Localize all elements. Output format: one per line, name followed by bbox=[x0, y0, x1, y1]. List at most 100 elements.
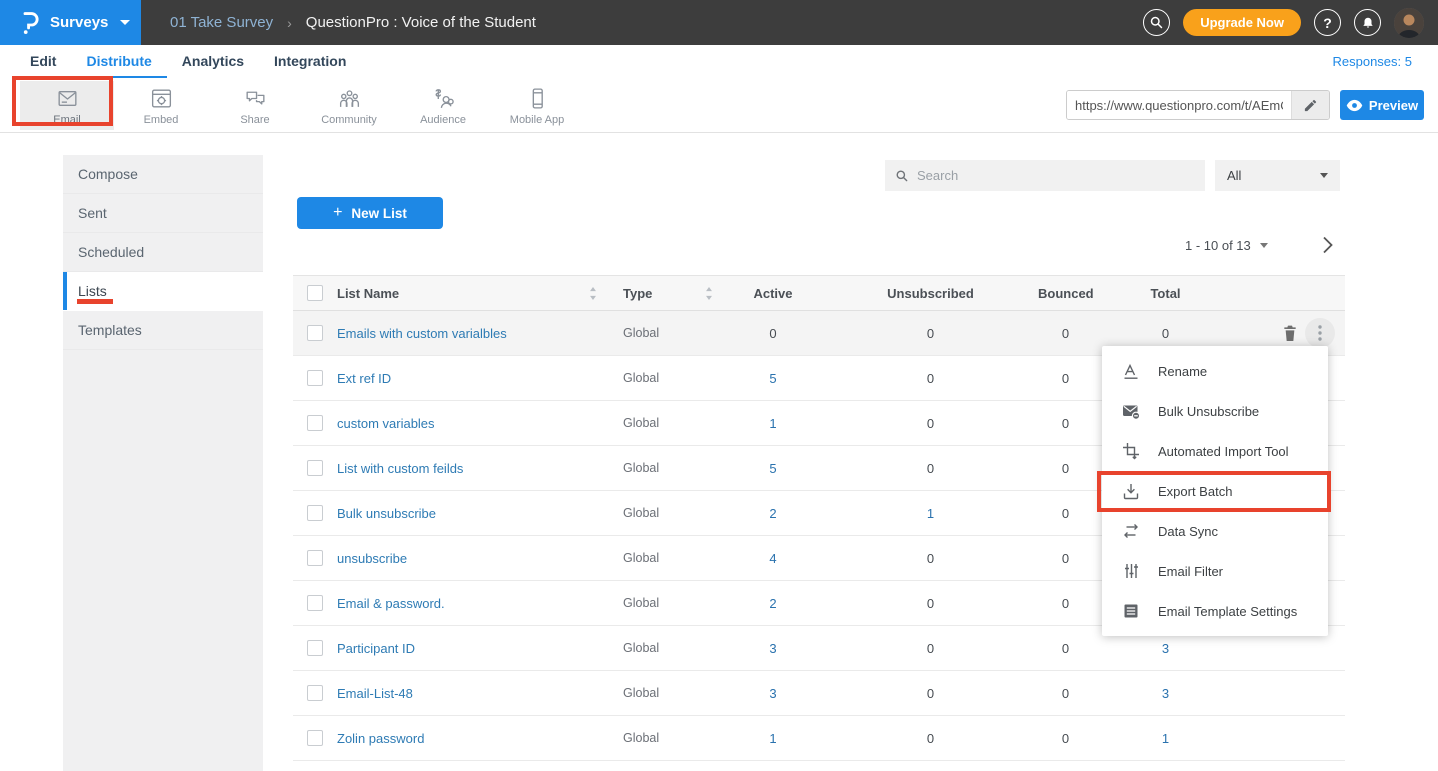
list-type: Global bbox=[623, 416, 659, 430]
row-checkbox[interactable] bbox=[307, 460, 323, 476]
search-input[interactable] bbox=[917, 168, 1195, 183]
next-page-chevron-icon[interactable] bbox=[1322, 236, 1333, 254]
unsubscribed-count: 0 bbox=[823, 371, 1038, 386]
bounced-count: 0 bbox=[1038, 596, 1093, 611]
row-checkbox[interactable] bbox=[307, 325, 323, 341]
menu-item-label: Bulk Unsubscribe bbox=[1158, 404, 1259, 419]
total-count[interactable]: 3 bbox=[1093, 641, 1238, 656]
column-header-type[interactable]: Type bbox=[623, 286, 652, 301]
sidebar-item-scheduled[interactable]: Scheduled bbox=[63, 233, 263, 272]
tab-integration[interactable]: Integration bbox=[259, 45, 361, 78]
active-count[interactable]: 1 bbox=[723, 731, 823, 746]
list-name-link[interactable]: unsubscribe bbox=[337, 551, 407, 566]
list-name-link[interactable]: List with custom feilds bbox=[337, 461, 463, 476]
new-list-button[interactable]: + New List bbox=[297, 197, 443, 229]
active-count[interactable]: 2 bbox=[723, 596, 823, 611]
row-checkbox[interactable] bbox=[307, 370, 323, 386]
sidebar-item-lists[interactable]: Lists bbox=[63, 272, 263, 311]
menu-item-bulk-unsubscribe[interactable]: Bulk Unsubscribe bbox=[1102, 391, 1328, 431]
list-name-link[interactable]: Bulk unsubscribe bbox=[337, 506, 436, 521]
eye-icon bbox=[1346, 99, 1363, 112]
upgrade-now-button[interactable]: Upgrade Now bbox=[1183, 9, 1301, 36]
bounced-count: 0 bbox=[1038, 686, 1093, 701]
survey-link-field bbox=[1066, 90, 1330, 120]
row-checkbox[interactable] bbox=[307, 640, 323, 656]
breadcrumb-folder[interactable]: 01 Take Survey bbox=[170, 14, 273, 31]
toolbar-item-email[interactable]: Email bbox=[20, 81, 114, 130]
unsubscribed-count[interactable]: 1 bbox=[823, 506, 1038, 521]
list-name-link[interactable]: Ext ref ID bbox=[337, 371, 391, 386]
toolbar-item-share[interactable]: Share bbox=[208, 81, 302, 130]
responses-count[interactable]: Responses: 5 bbox=[1333, 45, 1413, 78]
menu-item-automated-import-tool[interactable]: Automated Import Tool bbox=[1102, 431, 1328, 471]
preview-button[interactable]: Preview bbox=[1340, 90, 1424, 120]
share-icon bbox=[243, 86, 268, 111]
survey-url-input[interactable] bbox=[1067, 91, 1291, 119]
unsubscribed-count: 0 bbox=[823, 416, 1038, 431]
product-switcher[interactable]: Surveys bbox=[0, 0, 141, 45]
list-name-link[interactable]: Participant ID bbox=[337, 641, 415, 656]
table-row: Zolin password Global 1 0 0 1 bbox=[293, 716, 1345, 761]
unsubscribed-count: 0 bbox=[823, 731, 1038, 746]
sort-icon[interactable] bbox=[589, 287, 597, 300]
sidebar-item-templates[interactable]: Templates bbox=[63, 311, 263, 350]
list-name-link[interactable]: custom variables bbox=[337, 416, 435, 431]
distribute-toolbar: Email Embed Share Community AudienceMobile A… bbox=[0, 78, 1438, 133]
page-size-caret-icon[interactable] bbox=[1260, 243, 1268, 248]
row-checkbox[interactable] bbox=[307, 505, 323, 521]
tab-edit[interactable]: Edit bbox=[15, 45, 71, 78]
menu-item-email-template-settings[interactable]: Email Template Settings bbox=[1102, 591, 1328, 631]
active-count[interactable]: 5 bbox=[723, 461, 823, 476]
active-count[interactable]: 5 bbox=[723, 371, 823, 386]
bounced-count: 0 bbox=[1038, 731, 1093, 746]
column-header-list-name[interactable]: List Name bbox=[337, 286, 399, 301]
kebab-menu-icon[interactable] bbox=[1305, 318, 1335, 348]
select-all-checkbox[interactable] bbox=[307, 285, 323, 301]
menu-item-label: Email Filter bbox=[1158, 564, 1223, 579]
list-name-link[interactable]: Email & password. bbox=[337, 596, 445, 611]
row-checkbox[interactable] bbox=[307, 730, 323, 746]
tab-distribute[interactable]: Distribute bbox=[71, 45, 166, 78]
tab-analytics[interactable]: Analytics bbox=[167, 45, 259, 78]
list-name-link[interactable]: Email-List-48 bbox=[337, 686, 413, 701]
active-count[interactable]: 3 bbox=[723, 641, 823, 656]
active-count[interactable]: 2 bbox=[723, 506, 823, 521]
list-filter-dropdown[interactable]: All bbox=[1215, 160, 1340, 191]
bounced-count: 0 bbox=[1038, 551, 1093, 566]
bounced-count: 0 bbox=[1038, 506, 1093, 521]
toolbar-item-label: Share bbox=[240, 114, 269, 126]
delete-trash-icon[interactable] bbox=[1282, 324, 1298, 342]
menu-item-email-filter[interactable]: Email Filter bbox=[1102, 551, 1328, 591]
toolbar-item-mobile-app[interactable]: Mobile App bbox=[490, 81, 584, 130]
notifications-bell-icon[interactable] bbox=[1354, 9, 1381, 36]
sidebar-item-sent[interactable]: Sent bbox=[63, 194, 263, 233]
list-type: Global bbox=[623, 686, 659, 700]
toolbar-item-community[interactable]: Community bbox=[302, 81, 396, 130]
row-checkbox[interactable] bbox=[307, 550, 323, 566]
total-count[interactable]: 3 bbox=[1093, 686, 1238, 701]
active-count[interactable]: 1 bbox=[723, 416, 823, 431]
toolbar-item-label: Community bbox=[321, 114, 377, 126]
edit-url-pencil-icon[interactable] bbox=[1291, 91, 1329, 119]
search-icon[interactable] bbox=[1143, 9, 1170, 36]
list-name-link[interactable]: Emails with custom varialbles bbox=[337, 326, 507, 341]
sort-icon[interactable] bbox=[705, 287, 713, 300]
row-checkbox[interactable] bbox=[307, 415, 323, 431]
list-name-link[interactable]: Zolin password bbox=[337, 731, 424, 746]
rename-icon bbox=[1122, 362, 1140, 380]
active-count[interactable]: 4 bbox=[723, 551, 823, 566]
active-count[interactable]: 3 bbox=[723, 686, 823, 701]
menu-item-rename[interactable]: Rename bbox=[1102, 351, 1328, 391]
menu-item-export-batch[interactable]: Export Batch bbox=[1102, 471, 1328, 511]
total-count[interactable]: 1 bbox=[1093, 731, 1238, 746]
user-avatar[interactable] bbox=[1394, 8, 1424, 38]
unsubscribed-count: 0 bbox=[823, 551, 1038, 566]
menu-item-data-sync[interactable]: Data Sync bbox=[1102, 511, 1328, 551]
row-checkbox[interactable] bbox=[307, 595, 323, 611]
toolbar-item-label: Embed bbox=[144, 114, 179, 126]
row-checkbox[interactable] bbox=[307, 685, 323, 701]
sidebar-item-compose[interactable]: Compose bbox=[63, 155, 263, 194]
toolbar-item-embed[interactable]: Embed bbox=[114, 81, 208, 130]
toolbar-item-audience[interactable]: Audience bbox=[396, 81, 490, 130]
help-icon[interactable]: ? bbox=[1314, 9, 1341, 36]
